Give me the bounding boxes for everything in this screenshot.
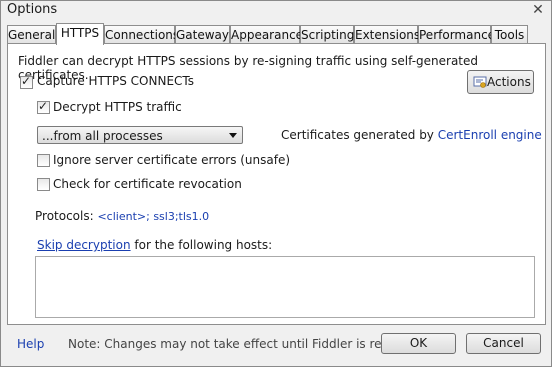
- checkmark-icon: ✓: [38, 99, 49, 113]
- checkmark-icon: ✓: [21, 74, 32, 88]
- cert-prefix: Certificates generated by: [281, 128, 438, 142]
- actions-label: Actions: [487, 75, 531, 89]
- process-filter-dropdown[interactable]: ...from all processes: [37, 126, 243, 144]
- skip-decryption-row: Skip decryption for the following hosts:: [37, 238, 272, 252]
- tab-tools[interactable]: Tools: [491, 25, 528, 43]
- check-revocation-label: Check for certificate revocation: [53, 177, 242, 191]
- tab-connections[interactable]: Connections: [104, 25, 179, 43]
- ok-button[interactable]: OK: [381, 333, 456, 354]
- capture-https-checkbox[interactable]: ✓: [20, 74, 33, 89]
- cert-engine-link[interactable]: CertEnroll engine: [438, 128, 542, 142]
- skip-decryption-suffix: for the following hosts:: [130, 238, 273, 252]
- check-revocation-checkbox[interactable]: [37, 178, 50, 191]
- ignore-cert-errors-checkbox[interactable]: [37, 154, 50, 167]
- window-title: Options: [7, 2, 58, 17]
- tab-appearance[interactable]: Appearance: [230, 25, 303, 43]
- tab-https[interactable]: HTTPS: [56, 23, 104, 45]
- help-link[interactable]: Help: [17, 337, 44, 351]
- tab-gateway[interactable]: Gateway: [175, 25, 230, 43]
- protocols-link[interactable]: <client>; ssl3;tls1.0: [97, 210, 209, 223]
- chevron-down-icon: [229, 133, 237, 138]
- https-panel: Fiddler can decrypt HTTPS sessions by re…: [7, 43, 546, 325]
- tab-general[interactable]: General: [7, 25, 56, 43]
- decrypt-https-checkbox[interactable]: ✓: [37, 99, 50, 114]
- tab-extensions[interactable]: Extensions: [354, 25, 420, 43]
- decrypt-https-label: Decrypt HTTPS traffic: [53, 100, 182, 114]
- capture-https-label: Capture HTTPS CONNECTs: [37, 74, 195, 88]
- protocols-row: Protocols: <client>; ssl3;tls1.0: [35, 209, 209, 223]
- protocols-label: Protocols:: [35, 209, 98, 223]
- ignore-cert-errors-label: Ignore server certificate errors (unsafe…: [53, 153, 291, 167]
- actions-button[interactable]: Actions: [467, 70, 534, 94]
- options-dialog: Options ✕ General HTTPS Connections Gate…: [0, 0, 552, 367]
- tab-strip: General HTTPS Connections Gateway Appear…: [7, 23, 547, 45]
- tab-performance[interactable]: Performance: [418, 25, 495, 43]
- certificates-generated-text: Certificates generated by CertEnroll eng…: [281, 128, 542, 142]
- tab-scripting[interactable]: Scripting: [300, 25, 354, 43]
- cancel-button[interactable]: Cancel: [466, 333, 541, 354]
- close-icon[interactable]: ✕: [531, 3, 545, 17]
- process-filter-value: ...from all processes: [42, 129, 163, 143]
- title-bar: Options ✕: [1, 1, 551, 21]
- certificate-icon: [473, 76, 487, 88]
- skip-decryption-link[interactable]: Skip decryption: [37, 238, 131, 252]
- skip-hosts-textarea[interactable]: [35, 256, 535, 318]
- restart-note: Note: Changes may not take effect until …: [68, 337, 429, 351]
